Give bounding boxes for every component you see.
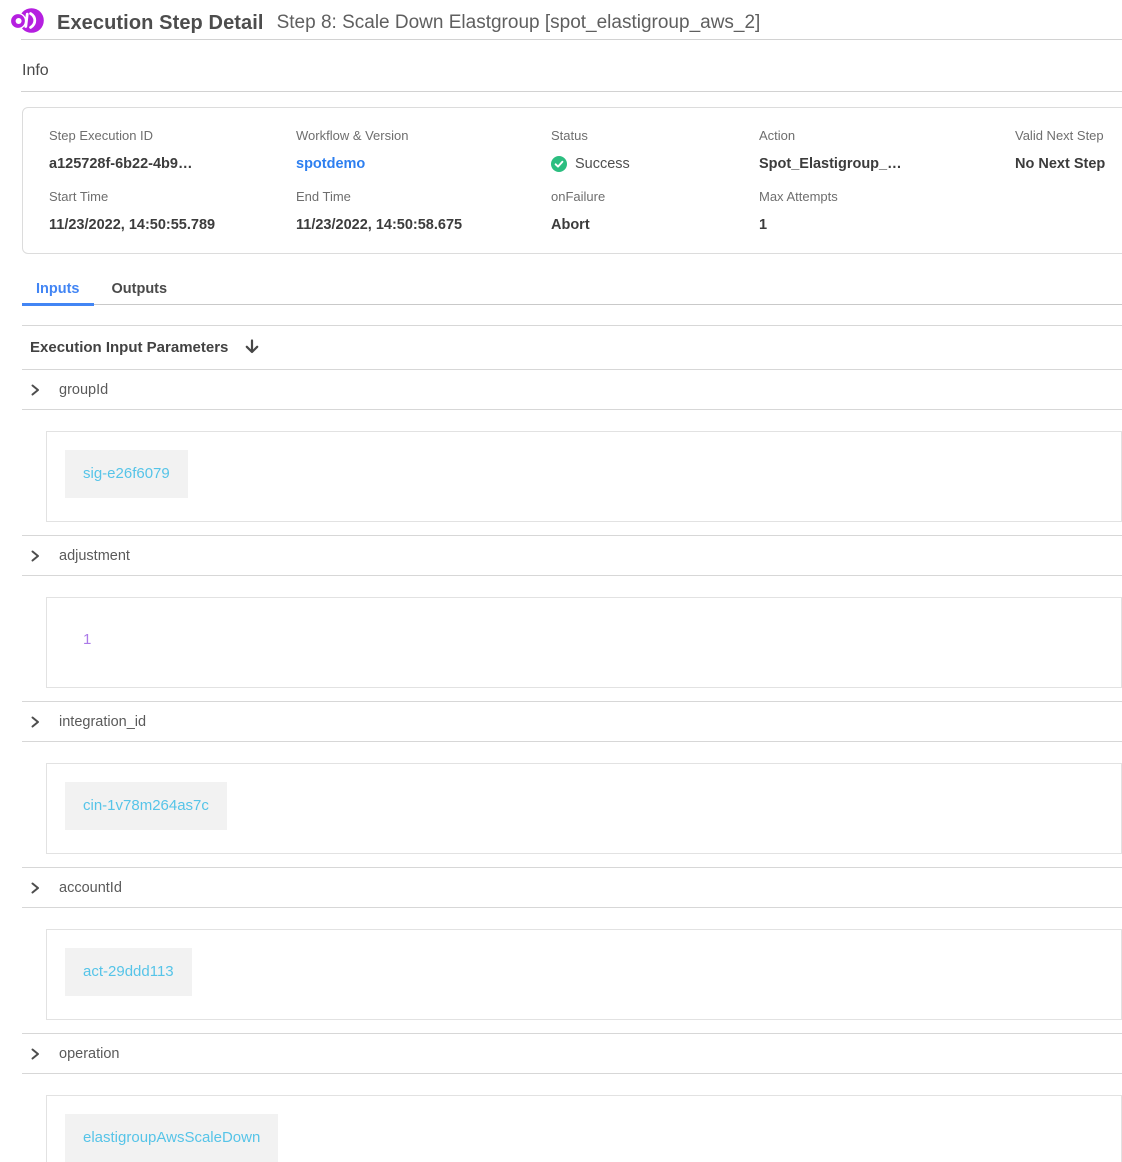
param-section-groupid: groupId sig-e26f6079 xyxy=(22,370,1122,522)
field-value: Spot_Elastigroup_… xyxy=(759,156,1015,172)
param-name: adjustment xyxy=(59,548,130,564)
page-subtitle: Step 8: Scale Down Elastgroup [spot_elas… xyxy=(277,12,761,34)
tab-outputs[interactable]: Outputs xyxy=(98,273,182,304)
chevron-right-icon[interactable] xyxy=(28,715,42,729)
params-header: Execution Input Parameters xyxy=(22,325,1122,370)
field-label: End Time xyxy=(296,189,551,204)
param-name: integration_id xyxy=(59,714,146,730)
field-value: 11/23/2022, 14:50:58.675 xyxy=(296,217,551,233)
field-label: Valid Next Step xyxy=(1015,128,1122,143)
param-section-integration-id: integration_id cin-1v78m264as7c xyxy=(22,701,1122,854)
param-value: elastigroupAwsScaleDown xyxy=(65,1114,278,1162)
execution-input-parameters: Execution Input Parameters groupId sig-e… xyxy=(22,325,1122,1162)
field-value: Abort xyxy=(551,217,759,233)
param-value-panel: act-29ddd113 xyxy=(46,929,1122,1020)
param-value: cin-1v78m264as7c xyxy=(65,782,227,830)
info-card: Step Execution ID a125728f-6b22-4b9… Wor… xyxy=(22,107,1122,254)
spot-logo-icon xyxy=(10,5,44,41)
field-end-time: End Time 11/23/2022, 14:50:58.675 xyxy=(296,189,551,233)
page-title: Execution Step Detail xyxy=(57,12,264,35)
field-start-time: Start Time 11/23/2022, 14:50:55.789 xyxy=(49,189,296,233)
workflow-link[interactable]: spotdemo xyxy=(296,156,365,172)
param-value: act-29ddd113 xyxy=(65,948,192,996)
field-on-failure: onFailure Abort xyxy=(551,189,759,233)
field-value: 11/23/2022, 14:50:55.789 xyxy=(49,217,296,233)
param-name: accountId xyxy=(59,880,122,896)
params-title: Execution Input Parameters xyxy=(30,339,228,356)
field-value: a125728f-6b22-4b9… xyxy=(49,156,296,172)
field-value: No Next Step xyxy=(1015,156,1122,172)
param-value-panel: elastigroupAwsScaleDown xyxy=(46,1095,1122,1162)
chevron-right-icon[interactable] xyxy=(28,881,42,895)
param-section-accountid: accountId act-29ddd113 xyxy=(22,867,1122,1020)
param-header-row[interactable]: accountId xyxy=(22,868,1122,908)
field-label: Action xyxy=(759,128,1015,143)
param-section-adjustment: adjustment 1 xyxy=(22,535,1122,688)
info-section-heading: Info xyxy=(22,62,1122,80)
chevron-right-icon[interactable] xyxy=(28,383,42,397)
tab-bar: Inputs Outputs xyxy=(22,273,1122,305)
param-value-panel: sig-e26f6079 xyxy=(46,431,1122,522)
field-max-attempts: Max Attempts 1 xyxy=(759,189,1015,233)
field-label: Max Attempts xyxy=(759,189,1015,204)
param-value-panel: cin-1v78m264as7c xyxy=(46,763,1122,854)
field-label: Step Execution ID xyxy=(49,128,296,143)
field-action: Action Spot_Elastigroup_… xyxy=(759,128,1015,172)
field-label: Start Time xyxy=(49,189,296,204)
tab-inputs[interactable]: Inputs xyxy=(22,273,94,304)
status-text: Success xyxy=(575,156,630,172)
param-name: groupId xyxy=(59,382,108,398)
app-header: Execution Step Detail Step 8: Scale Down… xyxy=(0,0,1122,39)
param-value: sig-e26f6079 xyxy=(65,450,188,498)
field-step-execution-id: Step Execution ID a125728f-6b22-4b9… xyxy=(49,128,296,172)
field-valid-next-step: Valid Next Step No Next Step xyxy=(1015,128,1122,172)
param-header-row[interactable]: adjustment xyxy=(22,536,1122,576)
field-workflow-version: Workflow & Version spotdemo xyxy=(296,128,551,172)
success-check-icon xyxy=(551,156,567,172)
param-name: operation xyxy=(59,1046,119,1062)
param-value-panel: 1 xyxy=(46,597,1122,688)
param-header-row[interactable]: groupId xyxy=(22,370,1122,410)
param-value: 1 xyxy=(65,616,109,664)
field-status: Status Success xyxy=(551,128,759,172)
field-label: Status xyxy=(551,128,759,143)
param-header-row[interactable]: integration_id xyxy=(22,702,1122,742)
download-icon[interactable] xyxy=(243,338,261,357)
field-value: 1 xyxy=(759,217,1015,233)
info-divider xyxy=(21,91,1122,92)
field-label: Workflow & Version xyxy=(296,128,551,143)
chevron-right-icon[interactable] xyxy=(28,1047,42,1061)
param-header-row[interactable]: operation xyxy=(22,1034,1122,1074)
field-label: onFailure xyxy=(551,189,759,204)
param-section-operation: operation elastigroupAwsScaleDown xyxy=(22,1033,1122,1162)
header-divider xyxy=(21,39,1122,40)
chevron-right-icon[interactable] xyxy=(28,549,42,563)
